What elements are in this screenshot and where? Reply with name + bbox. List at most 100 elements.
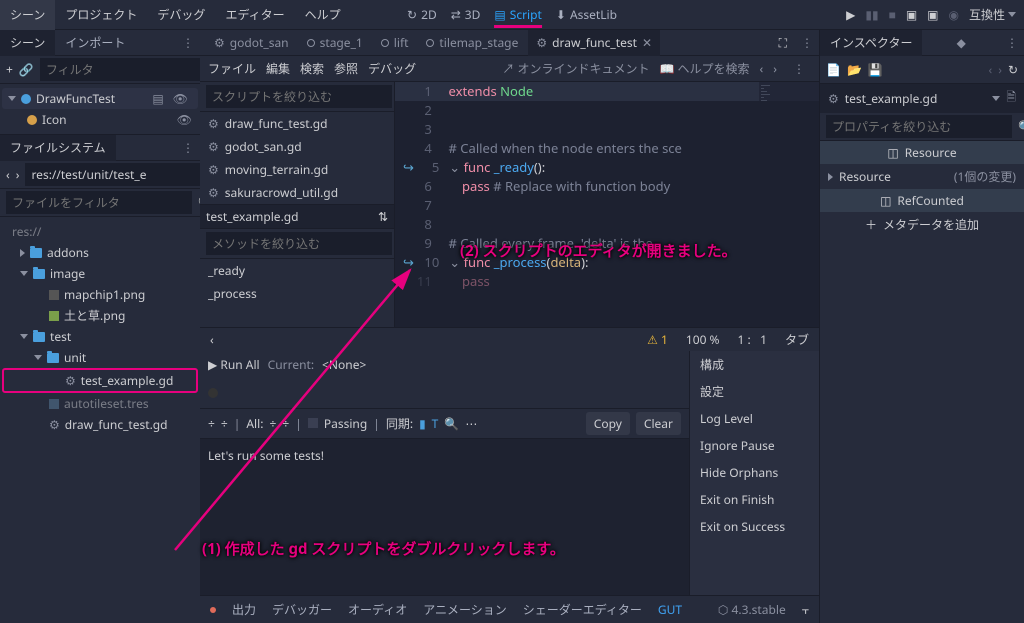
code-line[interactable]: 4 # Called when the node enters the sce bbox=[395, 139, 819, 158]
play-custom-icon[interactable]: ▣ bbox=[927, 6, 938, 23]
warning-count[interactable]: ⚠ 1 bbox=[647, 331, 668, 348]
menu-プロジェクト[interactable]: プロジェクト bbox=[55, 0, 147, 30]
sync-script-icon[interactable]: ▮ bbox=[419, 415, 426, 432]
search-icon[interactable]: 🔍 bbox=[1018, 118, 1024, 135]
menu-search[interactable]: 検索 bbox=[300, 60, 324, 77]
code-editor[interactable]: 1 extends Node 2 3 4 # Called when the n… bbox=[395, 82, 819, 327]
gut-option[interactable]: Hide Orphans bbox=[690, 459, 819, 486]
nav-back-icon[interactable]: ‹ bbox=[760, 60, 764, 77]
bottom-expand-icon[interactable]: ⫟ bbox=[802, 601, 809, 618]
save-icon[interactable]: 💾 bbox=[868, 61, 883, 78]
scene-tab[interactable]: tilemap_stage bbox=[418, 30, 526, 56]
renderer-select[interactable]: 互換性 bbox=[969, 6, 1016, 23]
menu-ヘルプ[interactable]: ヘルプ bbox=[295, 0, 351, 30]
menu-file[interactable]: ファイル bbox=[208, 60, 256, 77]
bottom-tab[interactable]: アニメーション bbox=[423, 601, 507, 618]
code-line[interactable]: ↪ 10⌄ func _process(delta): bbox=[395, 253, 819, 272]
doc-icon[interactable]: 🗎 bbox=[1006, 88, 1016, 109]
zoom-level[interactable]: 100 % bbox=[686, 331, 720, 348]
sync-test-icon[interactable]: T bbox=[432, 415, 439, 432]
folder-item[interactable]: unit bbox=[2, 347, 198, 368]
file-filter-input[interactable] bbox=[6, 191, 192, 214]
menu-goto[interactable]: 参照 bbox=[334, 60, 358, 77]
open-icon[interactable]: 📂 bbox=[847, 61, 862, 78]
run-all-button[interactable]: ▶ Run All bbox=[208, 356, 260, 373]
file-item[interactable]: test_example.gd bbox=[2, 368, 198, 393]
tab-import[interactable]: インポート bbox=[55, 30, 135, 56]
nav-back-icon[interactable]: ‹ bbox=[6, 166, 10, 183]
stop-icon[interactable]: ■ bbox=[889, 6, 896, 23]
script-attached-icon[interactable]: ▤ bbox=[152, 90, 163, 107]
movie-icon[interactable]: ◉ bbox=[949, 6, 959, 23]
gut-option[interactable]: Exit on Success bbox=[690, 513, 819, 540]
link-icon[interactable]: 🔗 bbox=[19, 61, 34, 78]
code-line[interactable]: 3 bbox=[395, 120, 819, 139]
code-line[interactable]: 6 pass # Replace with function body bbox=[395, 177, 819, 196]
view-script[interactable]: ▤ Script bbox=[494, 6, 541, 23]
nav-back-icon[interactable]: ‹ bbox=[210, 331, 214, 348]
scene-tab[interactable]: stage_1 bbox=[299, 30, 371, 56]
menu-debug[interactable]: デバッグ bbox=[368, 60, 416, 77]
bottom-tab[interactable]: シェーダーエディター bbox=[523, 601, 642, 618]
resource-name[interactable]: test_example.gd bbox=[845, 90, 987, 107]
gut-option[interactable]: Log Level bbox=[690, 405, 819, 432]
view-assetlib[interactable]: ⬇ AssetLib bbox=[556, 6, 617, 23]
code-line[interactable]: 9 # Called every frame. 'delta' is the bbox=[395, 234, 819, 253]
visibility-icon[interactable]: 👁 bbox=[177, 111, 192, 128]
menu-エディター[interactable]: エディター bbox=[215, 0, 294, 30]
folder-item[interactable]: addons bbox=[2, 242, 198, 263]
folder-item[interactable]: image bbox=[2, 263, 198, 284]
filter-scripts-input[interactable] bbox=[206, 85, 392, 108]
minimap[interactable]: ▬▬▬▬▬▬▬▬▬▬▬▬ bbox=[759, 82, 819, 162]
pin-icon[interactable]: ◆ bbox=[953, 34, 970, 51]
resource-row[interactable]: Resource (1個の変更) bbox=[820, 164, 1024, 189]
add-metadata-button[interactable]: ＋メタデータを追加 bbox=[820, 212, 1024, 237]
gut-option[interactable]: 構成 bbox=[690, 351, 819, 378]
history-icon[interactable]: ↻ bbox=[1008, 61, 1018, 78]
expand-icon[interactable]: ÷ bbox=[221, 415, 228, 432]
scene-tabs-menu-icon[interactable]: ⋮ bbox=[795, 34, 819, 51]
search-help-link[interactable]: 📖 ヘルプを検索 bbox=[659, 60, 749, 77]
script-list-item[interactable]: moving_terrain.gd bbox=[200, 158, 394, 181]
path-input[interactable] bbox=[25, 163, 211, 186]
scene-tab[interactable]: godot_san bbox=[206, 30, 297, 56]
bottom-tab[interactable]: オーディオ bbox=[348, 601, 407, 618]
tab-inspector[interactable]: インスペクター bbox=[820, 30, 922, 56]
section-refcounted[interactable]: ◫ RefCounted bbox=[820, 189, 1024, 212]
passing-checkbox[interactable] bbox=[308, 418, 318, 428]
scene-tab[interactable]: lift bbox=[373, 30, 417, 56]
file-item[interactable]: draw_func_test.gd bbox=[2, 414, 198, 435]
view-3d[interactable]: ⇄ 3D bbox=[451, 6, 481, 23]
menu-シーン[interactable]: シーン bbox=[0, 0, 55, 30]
scene-tab[interactable]: draw_func_test ✕ bbox=[528, 30, 660, 56]
online-docs-link[interactable]: ↗ オンラインドキュメント bbox=[502, 60, 649, 77]
script-list-item[interactable]: sakuracrowd_util.gd bbox=[200, 181, 394, 204]
bottom-tab[interactable]: デバッガー bbox=[272, 601, 332, 618]
file-item[interactable]: autotileset.tres bbox=[2, 393, 198, 414]
scene-node[interactable]: DrawFuncTest▤👁 bbox=[2, 88, 198, 109]
bottom-tab[interactable]: 出力 bbox=[232, 601, 256, 618]
pause-icon[interactable]: ▮▮ bbox=[865, 6, 878, 23]
collapse-all-icon[interactable]: ÷ bbox=[269, 415, 276, 432]
new-icon[interactable]: 📄 bbox=[826, 61, 841, 78]
code-line[interactable]: 1 extends Node bbox=[395, 82, 819, 101]
history-back-icon[interactable]: ‹ bbox=[988, 61, 992, 78]
filter-methods-input[interactable] bbox=[206, 232, 392, 255]
play-icon[interactable]: ▶ bbox=[846, 6, 855, 23]
menu-デバッグ[interactable]: デバッグ bbox=[147, 0, 215, 30]
tab-scene[interactable]: シーン bbox=[0, 30, 55, 56]
gut-option[interactable]: 設定 bbox=[690, 378, 819, 405]
gut-option[interactable]: Ignore Pause bbox=[690, 432, 819, 459]
menu-edit[interactable]: 編集 bbox=[266, 60, 290, 77]
sort-icon[interactable]: ⇅ bbox=[378, 208, 388, 225]
play-scene-icon[interactable]: ▣ bbox=[906, 6, 917, 23]
method-list-item[interactable]: _process bbox=[200, 282, 394, 305]
code-line[interactable]: 11 pass bbox=[395, 272, 819, 291]
search-icon[interactable]: 🔍 bbox=[444, 415, 459, 432]
nav-fwd-icon[interactable]: › bbox=[16, 166, 20, 183]
section-resource[interactable]: ◫ Resource bbox=[820, 141, 1024, 164]
method-list-item[interactable]: _ready bbox=[200, 259, 394, 282]
script-list-item[interactable]: godot_san.gd bbox=[200, 135, 394, 158]
inspector-filter-input[interactable] bbox=[826, 115, 1012, 138]
history-fwd-icon[interactable]: › bbox=[998, 61, 1002, 78]
